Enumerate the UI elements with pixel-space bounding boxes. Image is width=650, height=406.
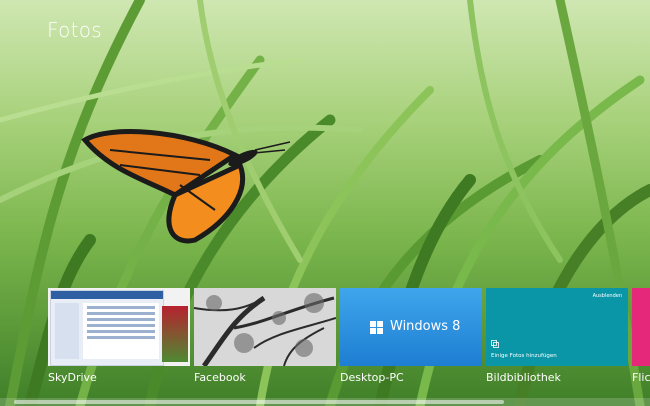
- add-photos-icon: [491, 340, 499, 348]
- facebook-label: Facebook: [194, 371, 246, 384]
- desktop-pc-label: Desktop-PC: [340, 371, 404, 384]
- flickr-tile[interactable]: [632, 288, 650, 366]
- page-title: Fotos: [47, 18, 103, 42]
- windows-8-text: Windows 8: [390, 319, 461, 334]
- skydrive-label: SkyDrive: [48, 371, 97, 384]
- hide-button[interactable]: Ausblenden: [593, 293, 622, 299]
- flickr-label: Flickr: [632, 371, 650, 384]
- flower-thumbnail: [162, 306, 188, 362]
- tree-photo-thumbnail: [194, 288, 336, 366]
- bildbibliothek-tile[interactable]: Ausblenden Einige Fotos hinzufügen: [486, 288, 628, 366]
- facebook-tile[interactable]: [194, 288, 336, 366]
- scrollbar-thumb[interactable]: [14, 400, 504, 404]
- source-tiles: SkyDrive Facebook Windows 8 Desktop-PC A…: [48, 288, 650, 398]
- bildbibliothek-label: Bildbibliothek: [486, 371, 561, 384]
- windows-logo-icon: [370, 321, 384, 335]
- add-photos-link[interactable]: Einige Fotos hinzufügen: [491, 353, 557, 359]
- skydrive-thumbnail: [50, 290, 164, 366]
- horizontal-scrollbar[interactable]: [0, 398, 650, 406]
- desktop-pc-tile[interactable]: Windows 8: [340, 288, 482, 366]
- skydrive-tile[interactable]: [48, 288, 190, 366]
